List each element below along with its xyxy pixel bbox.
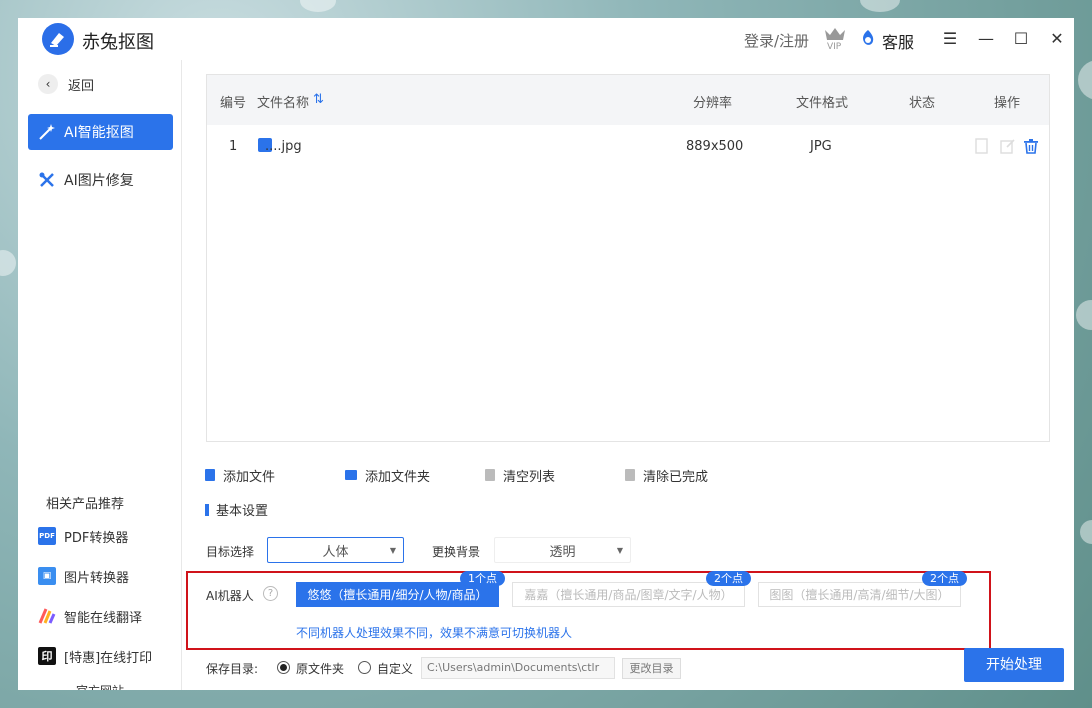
product-image-converter[interactable]: ▣ 图片转换器 (38, 565, 129, 587)
target-select-label: 目标选择 (206, 545, 255, 559)
clear-list-button[interactable]: 清空列表 (485, 466, 556, 485)
sidebar: ‹ 返回 AI智能抠图 AI图片修复 相关产品推荐 PDF PDF转换器 ▣ 图… (18, 60, 182, 690)
header-num: 编号 (220, 96, 247, 111)
header-resolution: 分辨率 (693, 96, 733, 111)
customer-service-label[interactable]: 客服 (882, 29, 914, 53)
background-select[interactable]: 透明 ▼ (494, 537, 631, 563)
product-translate[interactable]: 智能在线翻译 (38, 605, 142, 627)
save-directory-label: 保存目录: (206, 662, 259, 676)
table-header: 编号 文件名称 ⇅ 分辨率 文件格式 状态 操作 (207, 75, 1049, 125)
product-print[interactable]: 印 [特惠]在线打印 (38, 645, 152, 667)
header-format: 文件格式 (796, 96, 849, 111)
vip-crown-icon[interactable]: VIP (822, 24, 848, 52)
nav-label: AI图片修复 (64, 173, 134, 189)
product-pdf-converter[interactable]: PDF PDF转换器 (38, 525, 128, 547)
official-site-link[interactable]: 官方网站 (76, 682, 124, 690)
section-title-label: 基本设置 (216, 504, 269, 519)
change-directory-button[interactable]: 更改目录 (622, 658, 681, 679)
translate-icon (38, 607, 56, 625)
header-name[interactable]: 文件名称 (257, 92, 309, 111)
customer-service-icon[interactable] (860, 29, 876, 47)
sort-icon[interactable]: ⇅ (313, 92, 324, 107)
row-filename: ....jpg (265, 139, 302, 154)
row-num: 1 (229, 139, 238, 154)
folder-icon (345, 470, 357, 480)
clear-list-label: 清空列表 (503, 469, 556, 485)
robot-option-jiajia[interactable]: 嘉嘉（擅长通用/商品/图章/文字/人物） (512, 582, 745, 607)
app-title: 赤兔抠图 (82, 32, 154, 53)
robot-cost-badge: 1个点 (460, 571, 505, 586)
ai-robot-label: AI机器人 (206, 589, 254, 603)
tools-icon (38, 171, 56, 189)
chevron-down-icon: ▼ (389, 546, 396, 555)
maximize-button[interactable]: ☐ (1012, 30, 1030, 48)
radio-original-folder[interactable] (277, 661, 290, 674)
chevron-left-icon: ‹ (38, 74, 58, 94)
minimize-button[interactable]: — (977, 30, 995, 48)
product-label: 图片转换器 (64, 570, 130, 586)
login-register-link[interactable]: 登录/注册 (744, 30, 809, 51)
section-marker (205, 503, 209, 516)
background-select-label: 更换背景 (432, 545, 481, 559)
file-table: 编号 文件名称 ⇅ 分辨率 文件格式 状态 操作 1 ....jpg 889x5… (206, 74, 1050, 442)
title-bar: 赤兔抠图 登录/注册 VIP 客服 ☰ — ☐ ✕ (18, 18, 1074, 60)
svg-text:VIP: VIP (827, 42, 842, 50)
product-label: 智能在线翻译 (64, 610, 143, 626)
image-converter-icon: ▣ (38, 567, 56, 585)
radio-custom-folder[interactable] (358, 661, 371, 674)
back-label: 返回 (68, 78, 95, 94)
close-button[interactable]: ✕ (1048, 30, 1066, 48)
nav-label: AI智能抠图 (64, 125, 134, 141)
start-processing-button[interactable]: 开始处理 (964, 648, 1064, 682)
radio-custom-folder-label[interactable]: 自定义 (377, 660, 413, 677)
robot-cost-badge: 2个点 (922, 571, 967, 586)
row-format: JPG (810, 139, 832, 154)
broom-icon (485, 469, 495, 481)
related-products-title: 相关产品推荐 (46, 497, 125, 512)
delete-icon[interactable] (1023, 138, 1039, 154)
nav-item-ai-repair[interactable]: AI图片修复 (28, 162, 173, 198)
pdf-icon: PDF (38, 527, 56, 545)
product-label: [特惠]在线打印 (64, 650, 153, 666)
nav-item-ai-cutout[interactable]: AI智能抠图 (28, 114, 173, 150)
app-logo-icon (42, 23, 74, 55)
clear-done-label: 清除已完成 (643, 469, 709, 485)
header-status: 状态 (909, 96, 936, 111)
add-file-button[interactable]: 添加文件 (205, 466, 276, 485)
chevron-down-icon: ▼ (616, 546, 623, 555)
add-file-label: 添加文件 (223, 469, 276, 485)
clear-done-button[interactable]: 清除已完成 (625, 466, 709, 485)
target-select-value: 人体 (322, 544, 349, 560)
broom-icon (625, 469, 635, 481)
help-icon[interactable]: ? (263, 586, 278, 601)
app-window: 赤兔抠图 登录/注册 VIP 客服 ☰ — ☐ ✕ ‹ 返回 AI智能抠图 AI… (18, 18, 1074, 690)
radio-original-folder-label[interactable]: 原文件夹 (296, 660, 344, 677)
background-select-value: 透明 (549, 544, 576, 560)
preview-icon[interactable] (974, 138, 990, 154)
header-action: 操作 (994, 96, 1021, 111)
target-select[interactable]: 人体 ▼ (267, 537, 404, 563)
back-button[interactable]: ‹ 返回 (38, 74, 94, 94)
file-icon (205, 469, 215, 481)
print-icon: 印 (38, 647, 56, 665)
edit-icon[interactable] (1000, 138, 1016, 154)
add-folder-label: 添加文件夹 (365, 469, 431, 485)
add-folder-button[interactable]: 添加文件夹 (345, 466, 431, 485)
product-label: PDF转换器 (64, 530, 129, 546)
save-path-input[interactable]: C:\Users\admin\Documents\ctlr (421, 657, 615, 679)
magic-wand-icon (38, 123, 56, 141)
menu-icon[interactable]: ☰ (941, 30, 959, 48)
basic-settings-title: 基本设置 (205, 500, 268, 519)
robot-tip: 不同机器人处理效果不同，效果不满意可切换机器人 (296, 626, 573, 640)
robot-cost-badge: 2个点 (706, 571, 751, 586)
table-row[interactable]: 1 ....jpg 889x500 JPG (207, 125, 1049, 169)
row-resolution: 889x500 (686, 139, 744, 154)
